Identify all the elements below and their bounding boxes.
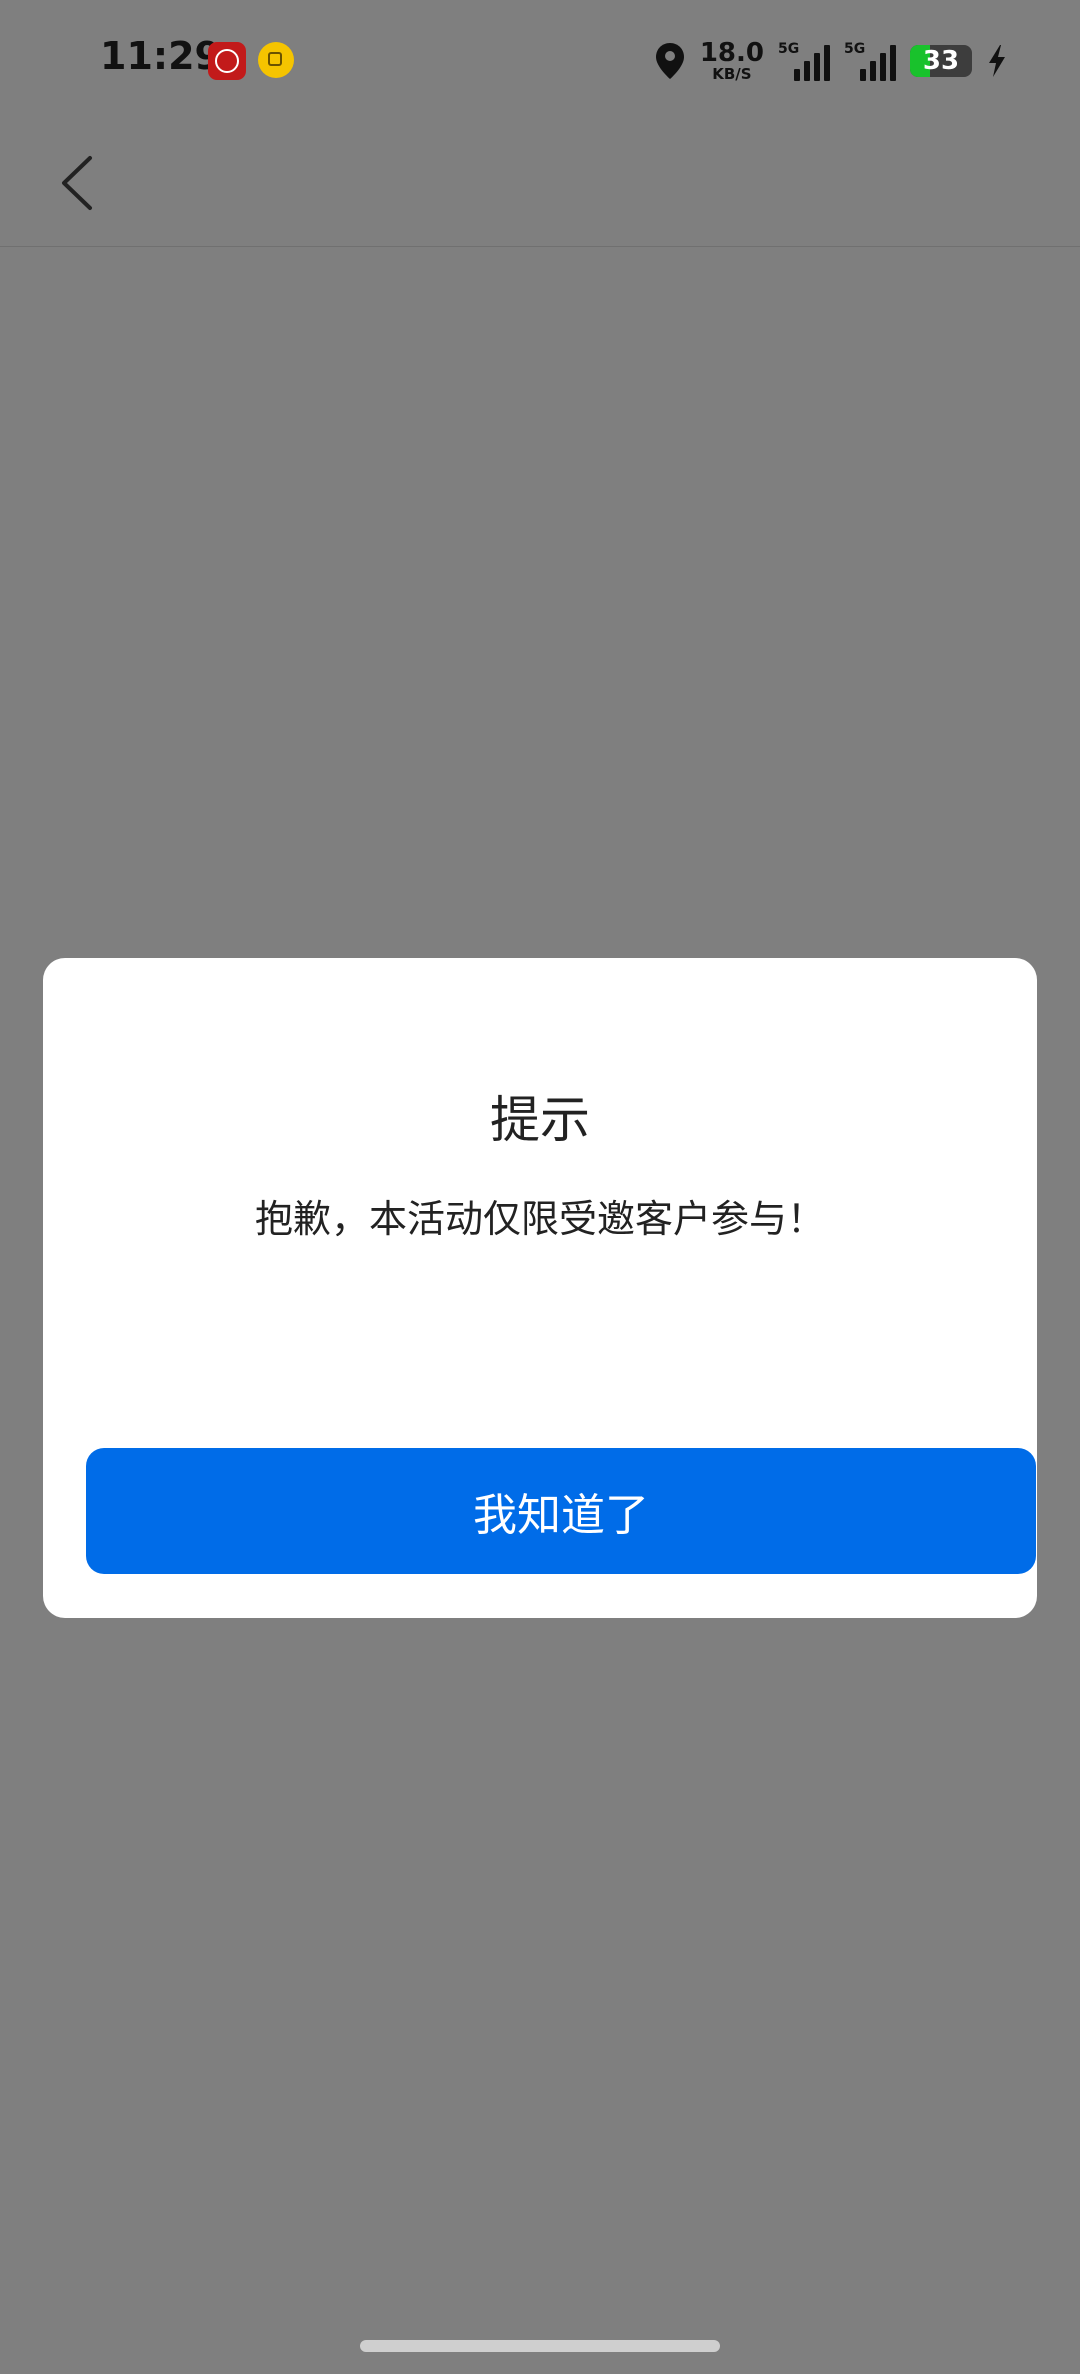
- charging-icon: [986, 43, 1008, 79]
- status-time: 11:29: [100, 34, 221, 78]
- home-indicator[interactable]: [360, 2340, 720, 2352]
- dialog-message: 抱歉，本活动仅限受邀客户参与！: [254, 1197, 825, 1241]
- network-speed: 18.0 KB/S: [700, 40, 764, 82]
- battery-icon: 33: [910, 45, 972, 77]
- back-button[interactable]: [50, 150, 110, 216]
- copy-app-icon: [258, 42, 294, 78]
- nav-bar: [0, 120, 1080, 247]
- network-speed-unit: KB/S: [712, 65, 752, 83]
- chevron-left-icon: [50, 150, 110, 216]
- location-icon: [654, 41, 686, 81]
- signal-icon-secondary: 5G: [844, 41, 896, 81]
- confirm-button[interactable]: 我知道了: [86, 1448, 1036, 1574]
- signal-icon: 5G: [778, 41, 830, 81]
- alert-dialog: 提示 抱歉，本活动仅限受邀客户参与！ 我知道了: [43, 958, 1037, 1618]
- battery-level: 33: [922, 46, 960, 76]
- status-bar: 11:29 18.0 KB/S 5G 5G 33: [0, 0, 1080, 120]
- dialog-title: 提示: [490, 1091, 590, 1149]
- network-speed-value: 18.0: [699, 38, 764, 68]
- bank-app-icon: [208, 42, 246, 80]
- status-right-group: 18.0 KB/S 5G 5G 33: [654, 36, 1008, 86]
